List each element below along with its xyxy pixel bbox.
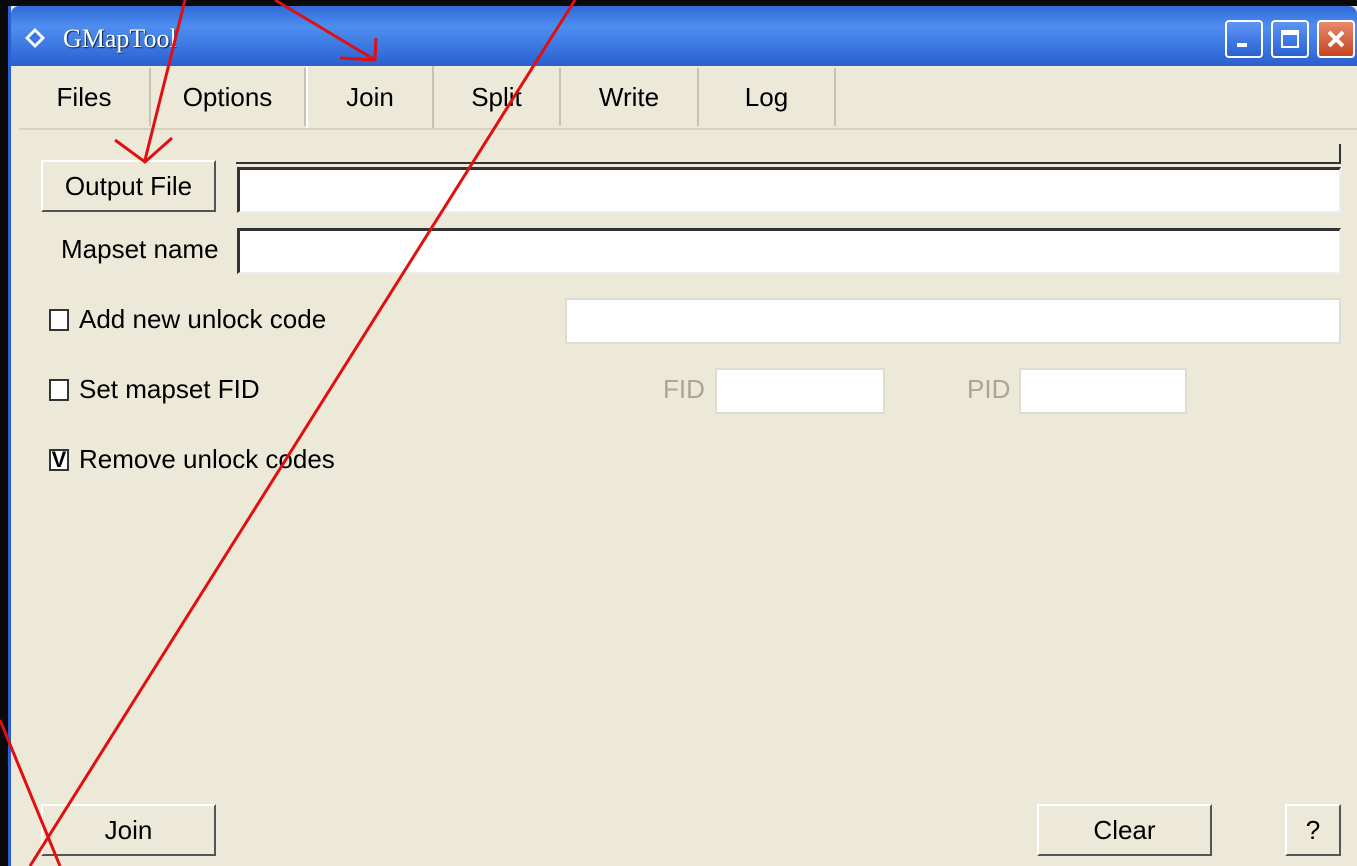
app-window: GMapTool Files Options Join Split Write … (8, 6, 1357, 866)
set-fid-checkbox[interactable] (49, 379, 69, 401)
maximize-icon (1281, 30, 1299, 48)
add-unlock-checkbox[interactable] (49, 309, 69, 331)
pid-field[interactable] (1019, 368, 1187, 414)
remove-unlock-checkbox[interactable]: V (49, 449, 69, 471)
add-unlock-label: Add new unlock code (79, 304, 327, 334)
tab-bar: Files Options Join Split Write Log (19, 66, 1357, 128)
clear-button[interactable]: Clear (1037, 804, 1212, 856)
join-button[interactable]: Join (41, 804, 216, 856)
title-bar[interactable]: GMapTool (11, 6, 1357, 66)
maximize-button[interactable] (1271, 20, 1309, 58)
window-title: GMapTool (63, 24, 177, 53)
fid-label: FID (663, 374, 705, 404)
help-button[interactable]: ? (1285, 804, 1341, 856)
remove-unlock-label: Remove unlock codes (79, 444, 335, 474)
tab-files[interactable]: Files (19, 68, 151, 126)
minimize-icon (1237, 43, 1247, 47)
mapset-name-label: Mapset name (61, 234, 219, 264)
close-button[interactable] (1317, 20, 1355, 58)
set-fid-label: Set mapset FID (79, 374, 260, 404)
tab-divider (19, 128, 1357, 130)
pid-label: PID (967, 374, 1011, 404)
tab-join[interactable]: Join (306, 66, 434, 128)
progress-bar (236, 144, 1341, 164)
app-diamond-icon (25, 28, 45, 48)
fid-field[interactable] (715, 368, 885, 414)
tab-split[interactable]: Split (434, 68, 561, 126)
tab-write[interactable]: Write (561, 68, 699, 126)
unlock-code-field[interactable] (565, 298, 1341, 344)
output-file-field[interactable] (237, 167, 1341, 213)
tab-options[interactable]: Options (151, 68, 306, 126)
mapset-name-field[interactable] (237, 228, 1341, 274)
minimize-button[interactable] (1225, 20, 1263, 58)
output-file-button[interactable]: Output File (41, 160, 216, 212)
tab-log[interactable]: Log (699, 68, 836, 126)
close-icon (1327, 30, 1345, 48)
